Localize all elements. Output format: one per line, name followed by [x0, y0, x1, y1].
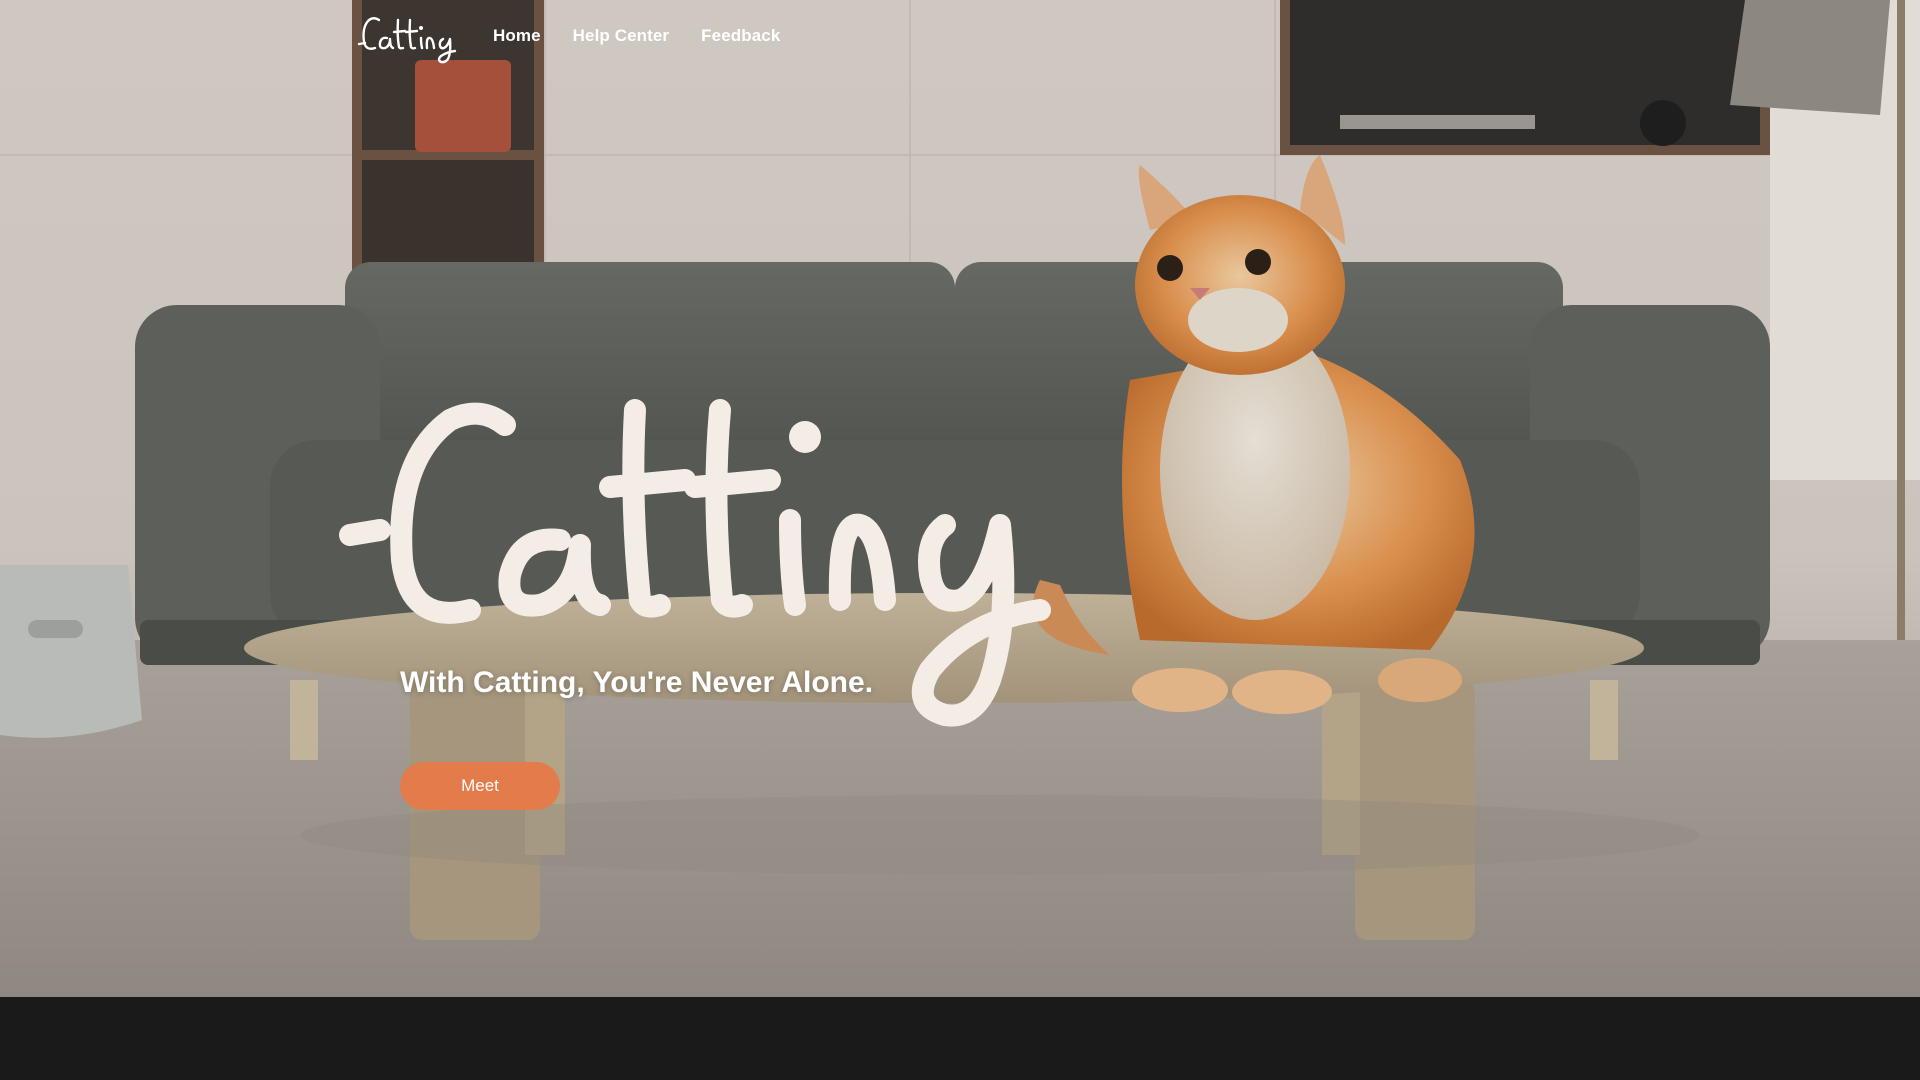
top-navigation: Home Help Center Feedback: [355, 0, 812, 72]
living-room-background-image: [0, 0, 1920, 997]
catting-logo[interactable]: [355, 6, 465, 66]
footer-band: [0, 997, 1920, 1080]
hero-section: Home Help Center Feedback With Catting, …: [0, 0, 1920, 997]
meet-button[interactable]: Meet: [400, 762, 560, 810]
nav-feedback-link[interactable]: Feedback: [701, 26, 780, 46]
hero-tagline: With Catting, You're Never Alone.: [400, 666, 874, 699]
nav-help-center-link[interactable]: Help Center: [573, 26, 670, 46]
nav-home-link[interactable]: Home: [493, 26, 541, 46]
